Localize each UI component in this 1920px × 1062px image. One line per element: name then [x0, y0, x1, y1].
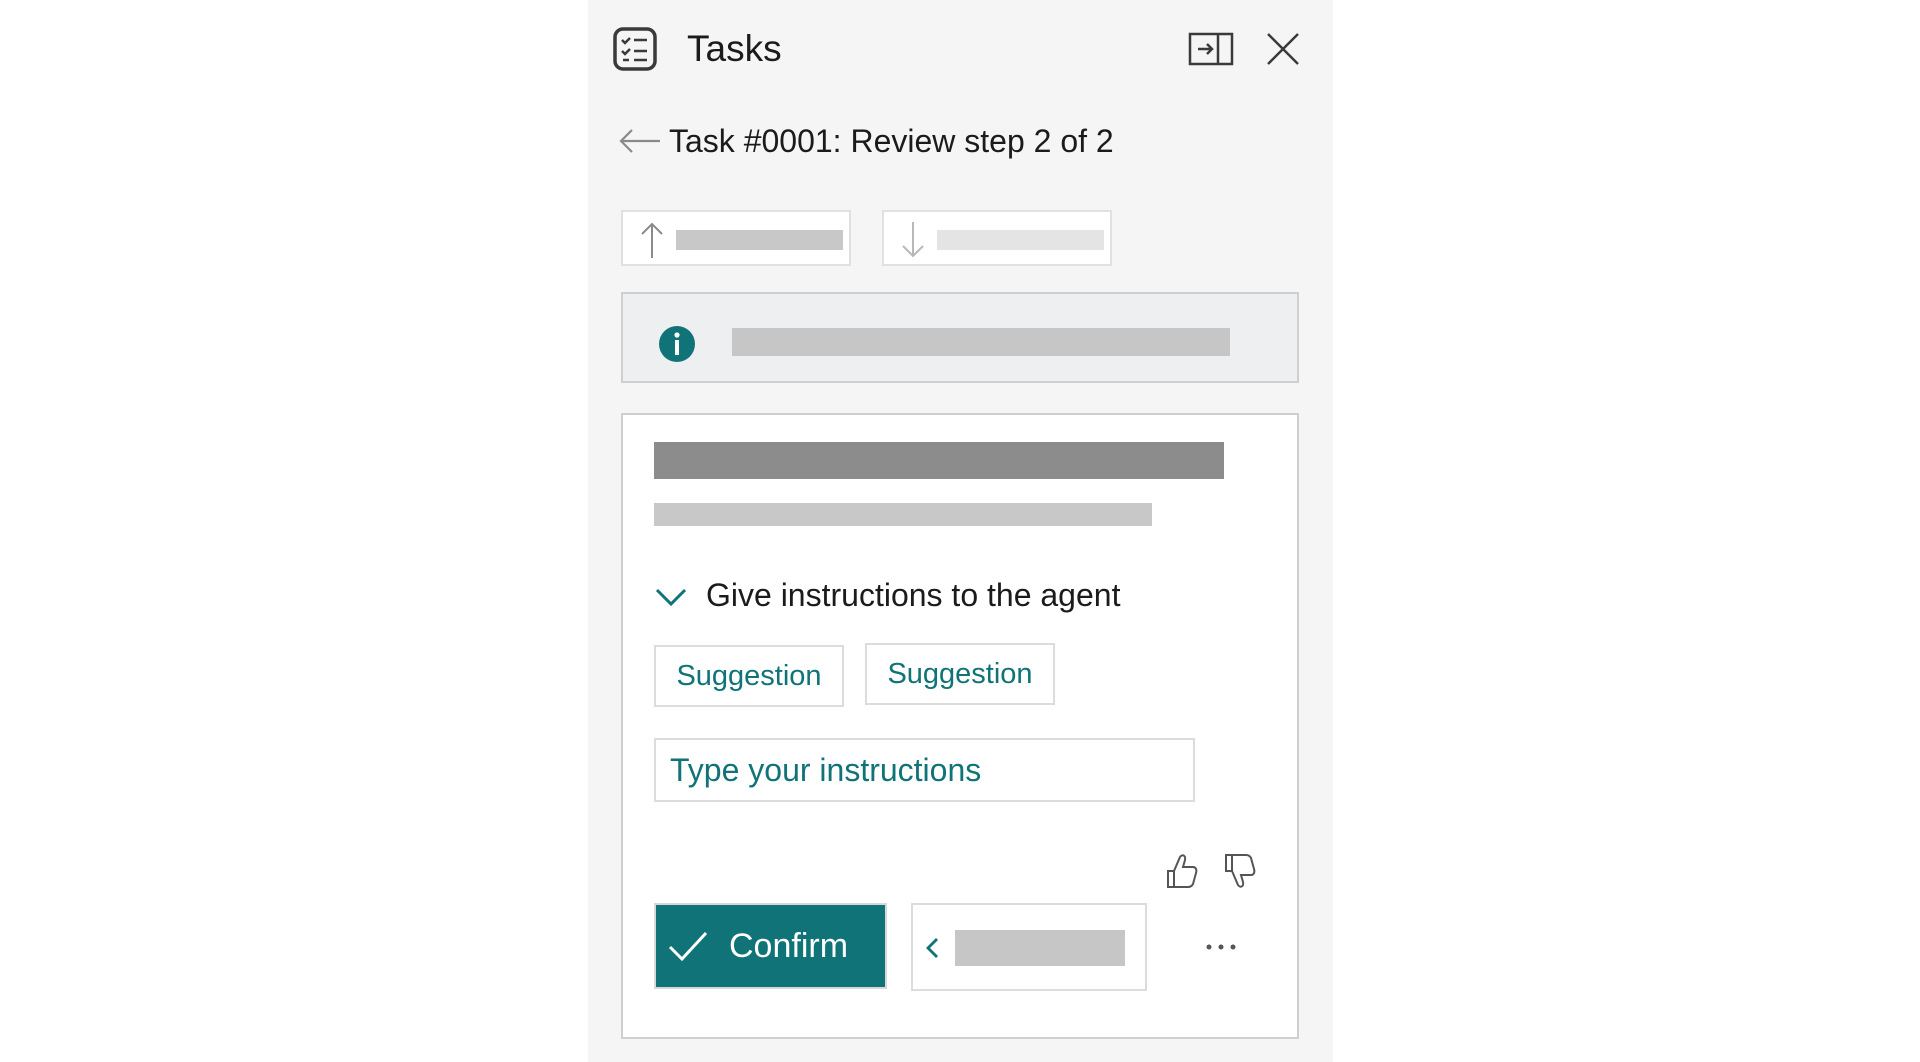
- previous-step-label-placeholder: [676, 230, 843, 250]
- thumbs-up-icon[interactable]: [1162, 851, 1198, 891]
- chevron-down-icon[interactable]: [654, 585, 688, 609]
- previous-step-button[interactable]: [621, 210, 851, 266]
- tasks-panel: Tasks Task #0001: Review step 2 of 2 Giv…: [588, 0, 1333, 1062]
- arrow-up-icon: [641, 222, 663, 258]
- info-icon: [659, 326, 695, 362]
- close-icon[interactable]: [1264, 30, 1302, 68]
- arrow-down-icon: [902, 222, 924, 258]
- suggestion-chip[interactable]: Suggestion: [865, 643, 1055, 705]
- dock-panel-icon[interactable]: [1188, 31, 1234, 67]
- checkmark-icon: [668, 931, 708, 962]
- suggestion-chip[interactable]: Suggestion: [654, 645, 844, 707]
- review-card: Give instructions to the agent Suggestio…: [621, 413, 1299, 1039]
- more-options-icon[interactable]: [1201, 932, 1241, 962]
- confirm-label: Confirm: [729, 927, 849, 965]
- thumbs-down-icon[interactable]: [1220, 851, 1256, 891]
- tasks-icon: [613, 27, 657, 71]
- info-message-placeholder: [732, 328, 1230, 356]
- instructions-input[interactable]: [654, 738, 1195, 802]
- task-title: Task #0001: Review step 2 of 2: [669, 123, 1114, 159]
- next-step-label-placeholder: [937, 230, 1104, 250]
- go-back-button[interactable]: [911, 903, 1147, 991]
- panel-title: Tasks: [687, 28, 782, 69]
- card-title-placeholder: [654, 442, 1224, 479]
- chevron-left-icon: [926, 938, 938, 958]
- info-banner: [621, 292, 1299, 383]
- confirm-button[interactable]: Confirm: [654, 903, 887, 989]
- instructions-section-label[interactable]: Give instructions to the agent: [706, 575, 1120, 615]
- card-subtitle-placeholder: [654, 503, 1152, 526]
- arrow-left-icon[interactable]: [618, 126, 662, 156]
- go-back-label-placeholder: [955, 930, 1125, 966]
- next-step-button[interactable]: [882, 210, 1112, 266]
